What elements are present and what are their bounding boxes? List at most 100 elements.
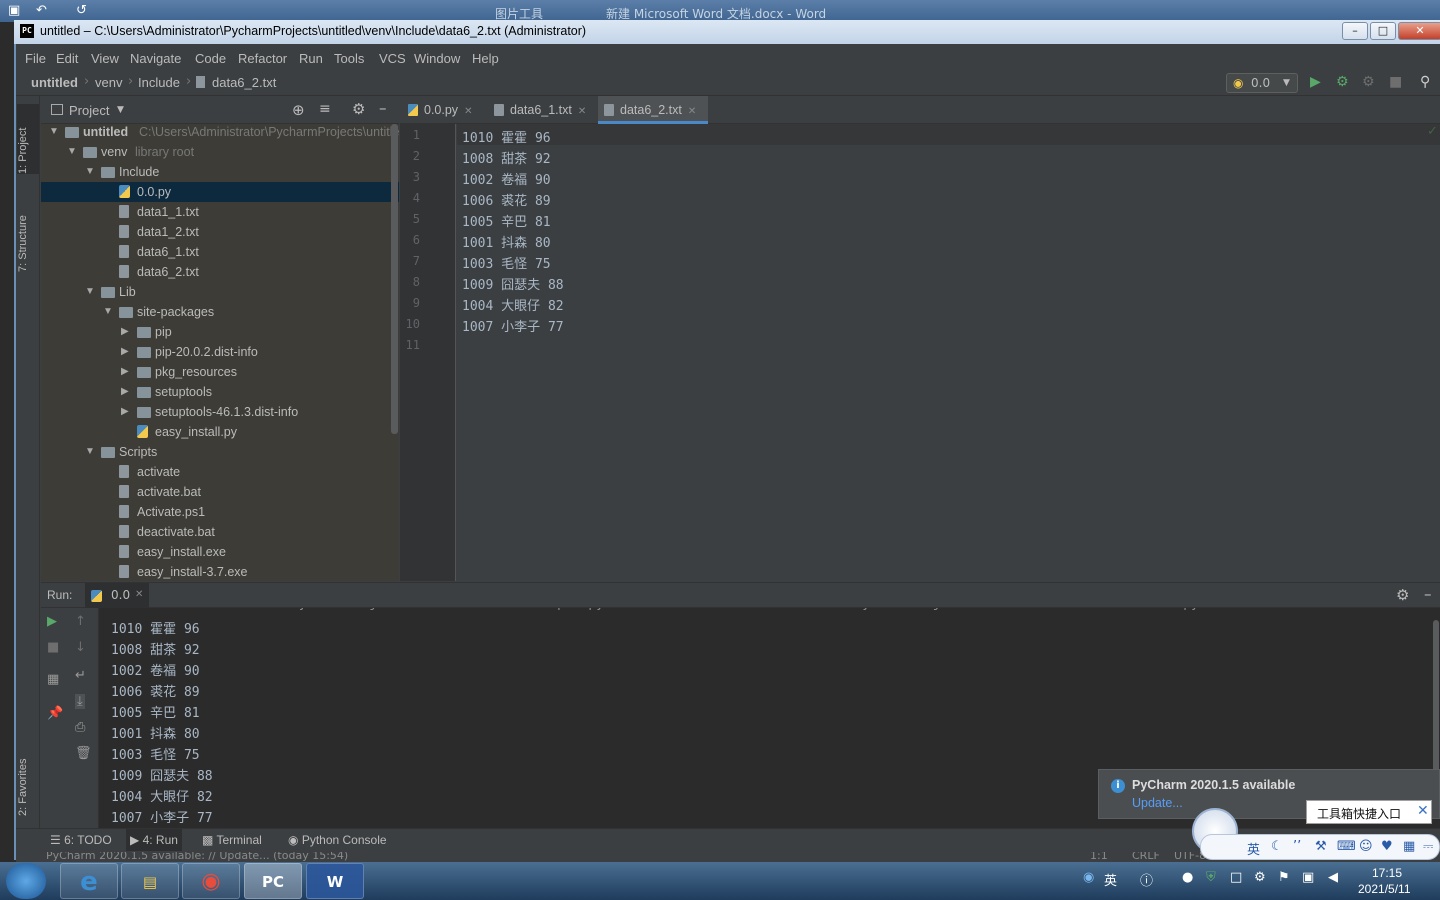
collapse-arrow-icon[interactable]: ▶ xyxy=(121,322,129,342)
code-line[interactable]: 1009 囧瑟夫 88 xyxy=(462,274,564,293)
lock-icon[interactable]: ⎓ xyxy=(1423,839,1433,854)
volume-icon[interactable]: ◀ xyxy=(1328,870,1338,885)
tree-row[interactable]: ▼ Scripts xyxy=(41,442,399,462)
close-tab-icon[interactable]: ✕ xyxy=(464,106,472,117)
redo-icon[interactable]: ↺ xyxy=(76,3,87,18)
close-button[interactable]: ✕ xyxy=(1398,22,1440,40)
tree-row[interactable]: deactivate.bat xyxy=(41,522,399,542)
breadcrumb-include[interactable]: Include xyxy=(138,75,180,90)
hide-panel-icon[interactable]: – xyxy=(379,99,387,117)
pycharm-taskbar-icon[interactable]: PC xyxy=(244,863,302,899)
window-title-bar[interactable]: PC untitled – C:\Users\Administrator\Pyc… xyxy=(14,20,1440,44)
pin-icon[interactable]: 📌 xyxy=(47,706,63,721)
clock-date[interactable]: 2021/5/11 xyxy=(1358,882,1411,896)
smiley-icon[interactable]: ☺ xyxy=(1359,839,1373,854)
run-tab[interactable]: 0.0 ✕ xyxy=(85,583,149,608)
code-line[interactable]: 1008 甜茶 92 xyxy=(462,148,551,167)
file-explorer-icon[interactable]: ▤ xyxy=(121,863,179,899)
run-configuration-selector[interactable]: ◉ 0.0 ▼ xyxy=(1226,73,1298,93)
code-line[interactable]: 1005 辛巴 81 xyxy=(462,211,551,230)
menu-tools[interactable]: Tools xyxy=(334,51,364,66)
undo-icon[interactable]: ↶ xyxy=(36,3,47,18)
debug-icon[interactable]: ⚙ xyxy=(1336,74,1349,90)
tree-row[interactable]: ▼ Include xyxy=(41,162,399,182)
print-icon[interactable]: ⎙ xyxy=(75,720,85,735)
menu-vcs[interactable]: VCS xyxy=(379,51,406,66)
network-icon[interactable]: □ xyxy=(1230,870,1242,885)
punctuation-icon[interactable]: ’’ xyxy=(1293,839,1301,854)
collapse-arrow-icon[interactable]: ▶ xyxy=(121,342,129,362)
tree-row[interactable]: data1_1.txt xyxy=(41,202,399,222)
menu-code[interactable]: Code xyxy=(195,51,226,66)
moon-icon[interactable]: ☾ xyxy=(1271,839,1283,854)
breadcrumb-file[interactable]: data6_2.txt xyxy=(212,75,276,90)
stop-icon[interactable]: ■ xyxy=(47,640,59,655)
tool-tab-project[interactable]: 1: Project xyxy=(17,104,39,174)
tool-tab-favorites[interactable]: 2: Favorites xyxy=(17,736,39,816)
code-line[interactable]: 1007 小李子 77 xyxy=(462,316,564,335)
down-arrow-icon[interactable]: ↓ xyxy=(75,640,86,655)
tree-row[interactable]: easy_install.exe xyxy=(41,542,399,562)
collapse-arrow-icon[interactable]: ▶ xyxy=(121,362,129,382)
run-icon[interactable]: ▶ xyxy=(1310,74,1321,90)
help-icon[interactable]: ⓘ xyxy=(1140,870,1153,889)
tab-0-0-py[interactable]: 0.0.py ✕ xyxy=(408,96,488,124)
tree-row[interactable]: ▶ pip-20.0.2.dist-info xyxy=(41,342,399,362)
tree-row[interactable]: ▶ pip xyxy=(41,322,399,342)
usb-icon[interactable]: ⚙ xyxy=(1254,870,1266,885)
expand-arrow-icon[interactable]: ▼ xyxy=(49,122,59,142)
hp-icon[interactable]: ● xyxy=(1182,870,1193,885)
tab-data6-2-txt[interactable]: data6_2.txt ✕ xyxy=(598,96,708,124)
coverage-icon[interactable]: ⚙ xyxy=(1362,74,1375,90)
tree-row[interactable]: ▼ venv library root xyxy=(41,142,399,162)
tree-row[interactable]: Activate.ps1 xyxy=(41,502,399,522)
up-arrow-icon[interactable]: ↑ xyxy=(75,614,86,629)
internet-explorer-icon[interactable]: e xyxy=(60,863,118,899)
tool-terminal[interactable]: ▩ Terminal xyxy=(202,833,262,847)
tab-data6-1-txt[interactable]: data6_1.txt ✕ xyxy=(494,96,594,124)
tool-tab-structure[interactable]: 7: Structure xyxy=(17,192,39,272)
gear-icon[interactable]: ⚙ xyxy=(352,100,365,118)
menu-navigate[interactable]: Navigate xyxy=(130,51,181,66)
code-line[interactable]: 1006 裘花 89 xyxy=(462,190,551,209)
save-icon[interactable]: ▣ xyxy=(8,3,20,18)
menu-view[interactable]: View xyxy=(91,51,119,66)
flag-icon[interactable]: ⚑ xyxy=(1278,870,1290,885)
ime-language[interactable]: 英 xyxy=(1247,839,1260,858)
menu-refactor[interactable]: Refactor xyxy=(238,51,287,66)
close-tab-icon[interactable]: ✕ xyxy=(135,589,143,600)
close-tab-icon[interactable]: ✕ xyxy=(688,106,696,117)
locate-file-icon[interactable]: ⊕ xyxy=(292,101,305,119)
tray-language[interactable]: 英 xyxy=(1104,870,1117,889)
code-line[interactable]: 1002 卷福 90 xyxy=(462,169,551,188)
gear-icon[interactable]: ⚙ xyxy=(1396,586,1409,604)
tree-row[interactable]: easy_install-3.7.exe xyxy=(41,562,399,581)
expand-arrow-icon[interactable]: ▼ xyxy=(67,142,77,162)
expand-arrow-icon[interactable]: ▼ xyxy=(85,282,95,302)
caret-position[interactable]: 1:1 xyxy=(1090,852,1108,862)
expand-arrow-icon[interactable]: ▼ xyxy=(85,442,95,462)
skin-icon[interactable]: ♥ xyxy=(1381,839,1393,854)
tool-todo[interactable]: ☰ 6: TODO xyxy=(50,833,112,847)
tree-row[interactable]: 0.0.py xyxy=(41,182,399,202)
close-icon[interactable]: ✕ xyxy=(1417,803,1429,819)
layout-icon[interactable]: ▦ xyxy=(47,672,59,687)
collapse-arrow-icon[interactable]: ▶ xyxy=(121,382,129,402)
hide-panel-icon[interactable]: – xyxy=(1424,585,1432,603)
wrench-icon[interactable]: ⚒ xyxy=(1315,839,1327,854)
soft-wrap-icon[interactable]: ↵ xyxy=(75,668,86,683)
menu-file[interactable]: File xyxy=(25,51,46,66)
tree-row[interactable]: activate.bat xyxy=(41,482,399,502)
menu-edit[interactable]: Edit xyxy=(56,51,78,66)
project-panel-title[interactable]: Project xyxy=(69,103,109,118)
maximize-button[interactable]: □ xyxy=(1370,22,1396,40)
editor-text-area[interactable]: 1010 霍霍 96 1008 甜茶 92 1002 卷福 90 1006 裘花 89… xyxy=(457,124,1440,581)
trash-icon[interactable]: 🗑 xyxy=(75,746,92,761)
menu-run[interactable]: Run xyxy=(299,51,323,66)
tree-row[interactable]: data1_2.txt xyxy=(41,222,399,242)
breadcrumb-project[interactable]: untitled xyxy=(31,75,78,90)
update-link[interactable]: Update... xyxy=(1132,796,1183,810)
stop-icon[interactable]: ■ xyxy=(1389,74,1402,90)
menu-help[interactable]: Help xyxy=(472,51,499,66)
tree-row[interactable]: data6_2.txt xyxy=(41,262,399,282)
